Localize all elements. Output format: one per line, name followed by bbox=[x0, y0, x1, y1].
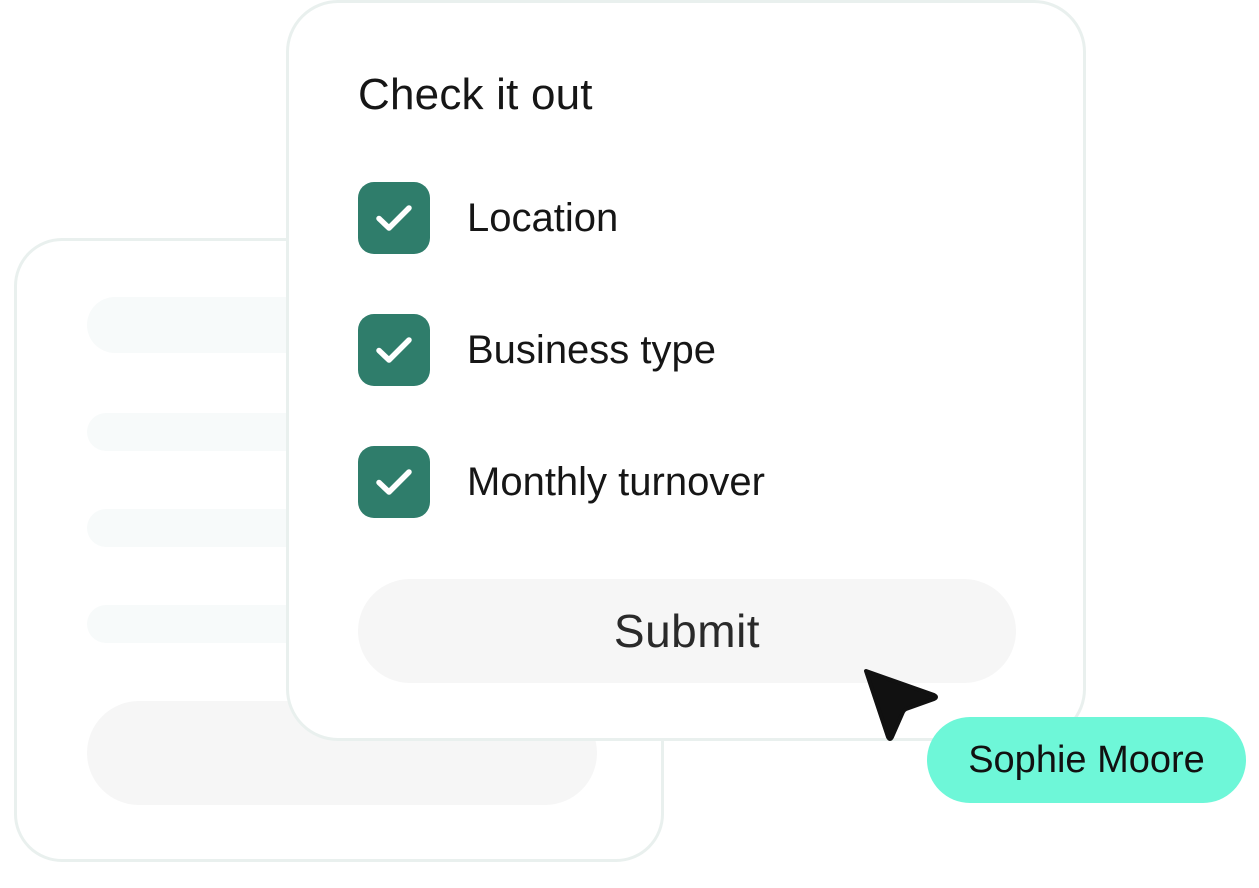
stage: Check it out Location Business type Mont… bbox=[0, 0, 1259, 888]
checklist-item-business-type[interactable]: Business type bbox=[358, 313, 716, 387]
checklist-item-label: Business type bbox=[467, 327, 717, 372]
checklist-item-location[interactable]: Location bbox=[358, 181, 618, 255]
checklist-item-label: Monthly turnover bbox=[467, 459, 765, 504]
checklist-card: Check it out Location Business type Mont… bbox=[286, 0, 1086, 741]
checkbox-monthly-turnover[interactable] bbox=[358, 446, 430, 518]
check-icon bbox=[376, 205, 412, 231]
checkbox-business-type[interactable] bbox=[358, 314, 430, 386]
card-title: Check it out bbox=[358, 70, 593, 119]
check-icon bbox=[376, 469, 412, 495]
checklist-item-monthly-turnover[interactable]: Monthly turnover bbox=[358, 445, 765, 519]
checkbox-location[interactable] bbox=[358, 182, 430, 254]
collaborator-name-tag: Sophie Moore bbox=[927, 717, 1246, 803]
check-icon bbox=[376, 337, 412, 363]
checklist-item-label: Location bbox=[467, 195, 619, 240]
cursor-arrow-icon bbox=[864, 669, 938, 741]
